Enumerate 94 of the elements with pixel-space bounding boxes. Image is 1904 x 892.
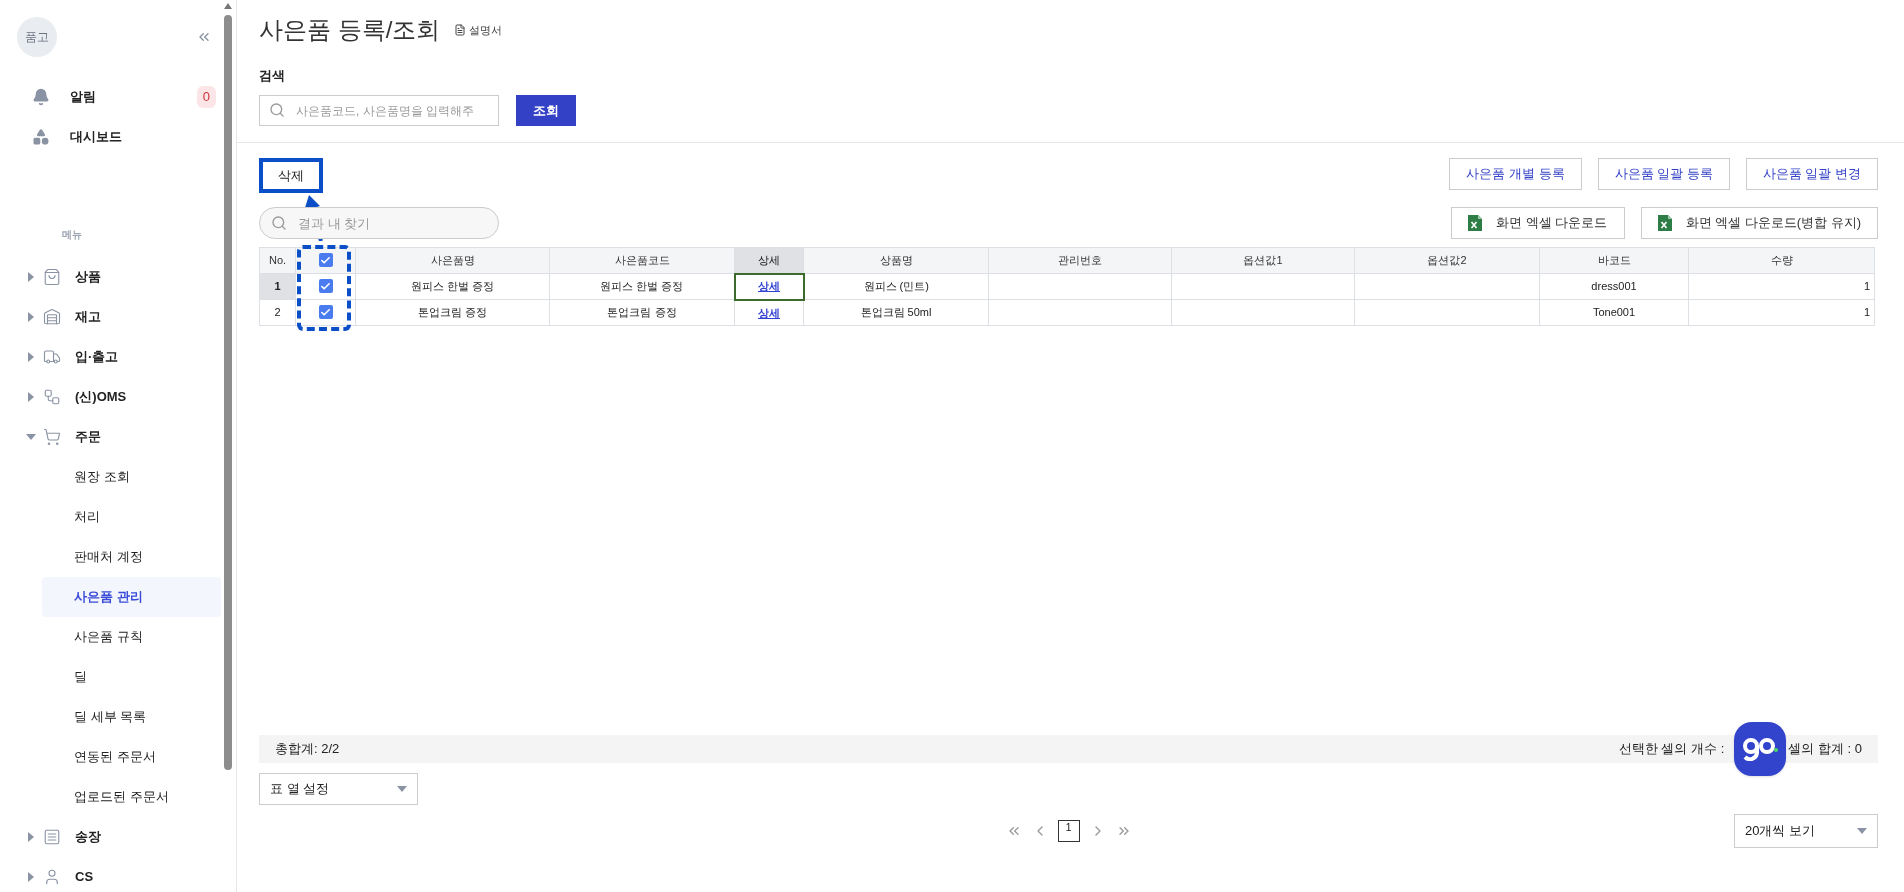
menu-item[interactable]: 상품	[0, 257, 236, 297]
register-button[interactable]: 사은품 개별 등록	[1449, 158, 1582, 190]
page-title: 사은품 등록/조회	[259, 15, 441, 45]
truck-icon	[43, 348, 61, 366]
menu-item[interactable]: 재고	[0, 297, 236, 337]
submenu-item[interactable]: 원장 조회	[42, 457, 221, 497]
column-header[interactable]: No.	[259, 247, 296, 274]
excel-download-button[interactable]: 화면 엑셀 다운로드	[1451, 207, 1625, 239]
column-header[interactable]: 관리번호	[988, 247, 1172, 274]
column-header[interactable]: 옵션값1	[1171, 247, 1355, 274]
delete-button[interactable]: 삭제	[259, 158, 323, 193]
column-header[interactable]: 옵션값2	[1354, 247, 1540, 274]
item-label: 주문	[75, 428, 101, 447]
manual-link[interactable]: 설명서	[454, 21, 503, 39]
menu-heading: 메뉴	[61, 228, 82, 242]
cart-icon	[43, 428, 61, 446]
logo-icon	[1742, 737, 1778, 761]
menu-item[interactable]: (신)OMS	[0, 377, 236, 417]
item-label: CS	[75, 868, 94, 887]
search-button[interactable]: 조회	[516, 95, 576, 126]
excel-download-button[interactable]: 화면 엑셀 다운로드(병합 유지)	[1640, 207, 1878, 239]
search-icon	[269, 102, 285, 118]
submenu-item[interactable]: 판매처 계정	[42, 537, 221, 577]
total-count: 총합계: 2/2	[275, 740, 340, 759]
menu-item[interactable]: 입·출고	[0, 337, 236, 377]
submenu-item[interactable]: 사은품 관리	[42, 577, 221, 617]
checkbox[interactable]	[318, 305, 333, 319]
list-icon	[43, 828, 61, 846]
table-cell: dress001	[1591, 280, 1637, 293]
bag-icon	[43, 268, 61, 286]
filter-field[interactable]: 결과 내 찾기	[259, 207, 499, 239]
table-cell: 1	[1863, 280, 1870, 293]
spreadsheet-icon	[1468, 215, 1483, 231]
column-header[interactable]: 상품명	[803, 247, 989, 274]
detail-link[interactable]: 상세	[758, 306, 780, 319]
selected-cell-sum: 셀의 합계 : 0	[1788, 740, 1862, 759]
row-number: 1	[259, 273, 296, 300]
submenu-item[interactable]: 업로드된 주문서	[42, 777, 221, 817]
table-cell: 원피스 (민트)	[863, 280, 929, 293]
menu-item[interactable]: 송장	[0, 817, 236, 857]
caret-down-icon	[397, 786, 407, 792]
selected-cell-count: 선택한 셀의 개수 :	[1618, 740, 1725, 759]
checkbox[interactable]	[318, 279, 333, 293]
chat-launcher-button[interactable]	[1734, 722, 1786, 776]
spreadsheet-icon	[1657, 215, 1672, 231]
avatar[interactable]: 품고	[17, 17, 57, 57]
table-cell: 톤업크림 50ml	[860, 306, 932, 319]
item-label: 송장	[75, 828, 101, 847]
page-button[interactable]: 1	[1057, 820, 1080, 842]
row-number: 2	[259, 299, 296, 326]
column-header[interactable]: 수량	[1688, 247, 1875, 274]
column-header[interactable]: 상세	[734, 247, 804, 274]
submenu-item[interactable]: 사은품 규칙	[42, 617, 221, 657]
sidebar-item[interactable]: 대시보드	[0, 117, 236, 157]
count-badge: 0	[196, 86, 216, 108]
search-label: 검색	[259, 67, 285, 85]
item-label: 상품	[75, 268, 101, 287]
column-settings-select[interactable]: 표 열 설정	[259, 773, 418, 805]
scroll-up-icon[interactable]	[224, 3, 232, 9]
item-label: 입·출고	[75, 348, 119, 367]
caret-down-icon	[1857, 828, 1867, 834]
submenu-item[interactable]: 처리	[42, 497, 221, 537]
menu-item[interactable]: CS	[0, 857, 236, 892]
bell-icon	[32, 88, 50, 106]
table-cell: 톤업크림 증정	[417, 306, 488, 319]
shapes-icon	[32, 128, 50, 146]
column-header[interactable]: 바코드	[1539, 247, 1689, 274]
table-cell: 원피스 한벌 증정	[410, 280, 495, 293]
item-label: (신)OMS	[75, 388, 127, 407]
detail-link[interactable]: 상세	[758, 280, 780, 293]
search-icon	[271, 215, 287, 231]
table-cell: 원피스 한벌 증정	[600, 280, 684, 293]
table-cell: 1	[1863, 306, 1870, 319]
submenu-item[interactable]: 딜 세부 목록	[42, 697, 221, 737]
search-field[interactable]: 사은품코드, 사은품명을 입력해주	[259, 95, 499, 126]
submenu-item[interactable]: 연동된 주문서	[42, 737, 221, 777]
checkbox[interactable]	[318, 253, 333, 267]
table-cell: Tone001	[1592, 306, 1636, 319]
menu-item[interactable]: 주문	[0, 417, 236, 457]
column-header[interactable]: 사은품코드	[549, 247, 735, 274]
item-label: 알림	[70, 88, 97, 107]
submenu-item[interactable]: 딜	[42, 657, 221, 697]
item-label: 대시보드	[70, 128, 123, 147]
warehouse-icon	[43, 308, 61, 326]
register-button[interactable]: 사은품 일괄 등록	[1597, 158, 1730, 190]
page-size-select[interactable]: 20개씩 보기	[1734, 814, 1878, 848]
sidebar-item[interactable]: 알림 0	[0, 77, 236, 117]
register-button[interactable]: 사은품 일괄 변경	[1745, 158, 1878, 190]
user-icon	[43, 868, 61, 886]
document-icon	[454, 24, 467, 36]
item-label: 재고	[75, 308, 101, 327]
column-header[interactable]: 사은품명	[355, 247, 550, 274]
connected-squares-icon	[43, 388, 61, 406]
table-cell: 톤업크림 증정	[607, 306, 677, 319]
